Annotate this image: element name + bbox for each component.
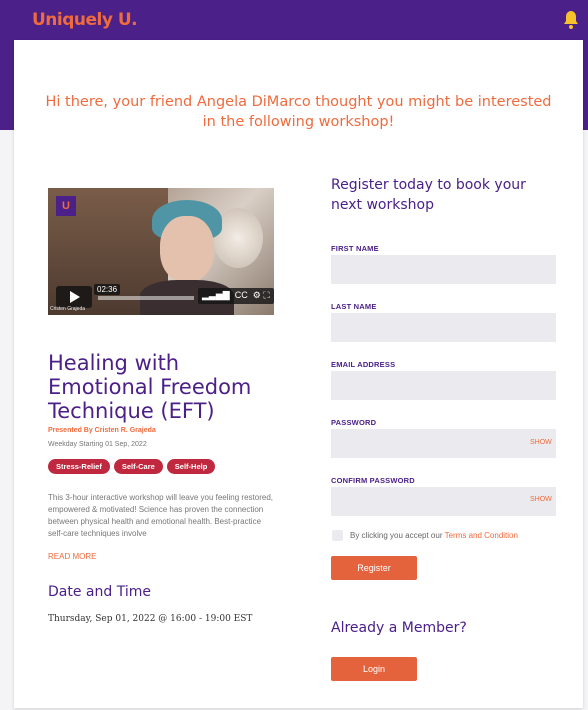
fullscreen-icon[interactable]: ⛶ — [263, 290, 269, 300]
password-input[interactable] — [331, 429, 556, 458]
terms-text: By clicking you accept our Terms and Con… — [350, 531, 518, 540]
presenter-name: Presented By Cristen R. Grajeda — [48, 427, 156, 434]
confirm-password-input[interactable] — [331, 487, 556, 516]
terms-checkbox[interactable] — [332, 530, 343, 541]
email-input[interactable] — [331, 371, 556, 400]
date-time-value: Thursday, Sep 01, 2022 @ 16:00 - 19:00 E… — [48, 614, 253, 624]
signal-icon: ▂▃▅▇ — [202, 290, 230, 300]
last-name-input[interactable] — [331, 313, 556, 342]
login-button[interactable]: Login — [331, 657, 417, 681]
register-heading: Register today to book your next worksho… — [331, 177, 526, 213]
video-timestamp: 02:36 — [94, 284, 121, 295]
password-show-toggle[interactable]: SHOW — [530, 439, 552, 446]
first-name-input[interactable] — [331, 255, 556, 284]
first-name-label: FIRST NAME — [331, 244, 379, 253]
tag-stress-relief[interactable]: Stress-Relief — [48, 459, 110, 474]
play-button[interactable] — [56, 286, 92, 308]
video-progress-bar[interactable] — [98, 296, 194, 300]
confirm-password-show-toggle[interactable]: SHOW — [530, 496, 552, 503]
date-time-heading: Date and Time — [48, 584, 151, 600]
brand-logo[interactable]: Uniquely U. — [32, 10, 138, 30]
tag-self-help[interactable]: Self-Help — [166, 459, 216, 474]
terms-link[interactable]: Terms and Condition — [445, 531, 518, 540]
register-button[interactable]: Register — [331, 556, 417, 580]
top-navbar: Uniquely U. — [0, 0, 588, 40]
gear-icon[interactable]: ⚙ — [253, 290, 261, 300]
workshop-card: Hi there, your friend Angela DiMarco tho… — [14, 40, 583, 708]
bell-icon[interactable] — [562, 10, 580, 30]
password-label: PASSWORD — [331, 418, 377, 427]
workshop-title: Healing with Emotional Freedom Technique… — [48, 351, 252, 423]
tag-list: Stress-Relief Self-Care Self-Help — [48, 459, 216, 474]
video-logo-badge: U — [56, 196, 76, 216]
tag-self-care[interactable]: Self-Care — [113, 459, 163, 474]
schedule-text: Weekday Starting 01 Sep, 2022 — [48, 441, 147, 448]
workshop-description: This 3-hour interactive workshop will le… — [48, 493, 273, 538]
email-label: EMAIL ADDRESS — [331, 360, 396, 369]
last-name-label: LAST NAME — [331, 302, 377, 311]
read-more-link[interactable]: READ MORE — [48, 552, 96, 561]
member-heading: Already a Member? — [331, 620, 467, 636]
video-controls: ▂▃▅▇ CC ⚙ ⛶ — [198, 288, 274, 304]
video-caption: Cristen Grajeda — [50, 306, 86, 312]
invite-message: Hi there, your friend Angela DiMarco tho… — [45, 94, 552, 130]
play-icon — [70, 291, 80, 303]
video-player[interactable]: U 02:36 ▂▃▅▇ CC ⚙ ⛶ Cristen Grajeda — [48, 188, 274, 315]
confirm-password-label: CONFIRM PASSWORD — [331, 476, 415, 485]
cc-icon[interactable]: CC — [232, 290, 250, 300]
